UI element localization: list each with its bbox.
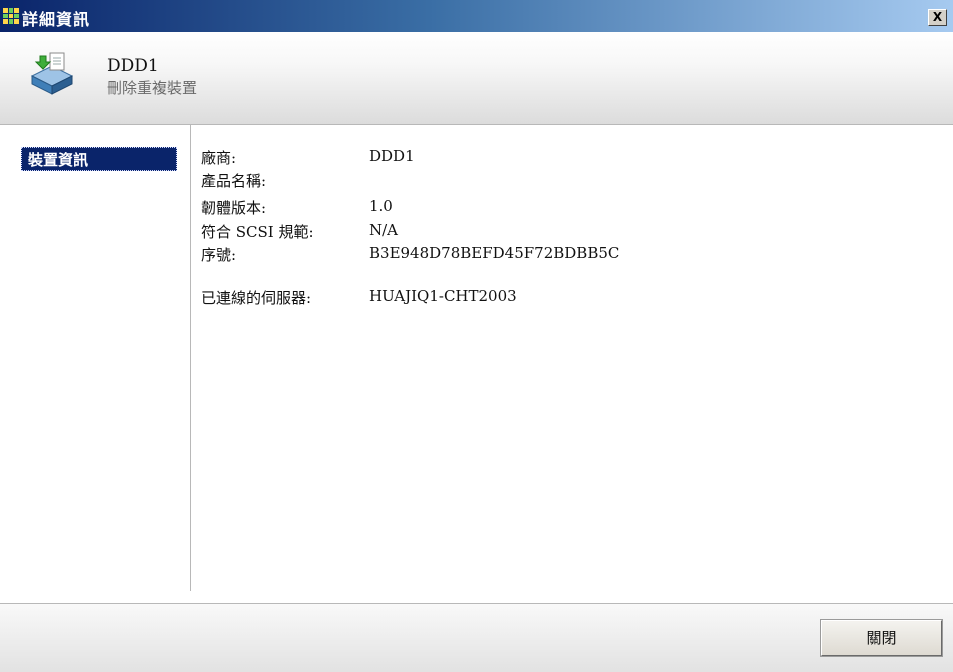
firmware-label: 韌體版本: bbox=[201, 199, 267, 217]
footer: 關閉 bbox=[0, 603, 953, 672]
device-header: DDD1 刪除重複裝置 bbox=[0, 32, 953, 125]
server-value: HUAJIQ1-CHT2003 bbox=[369, 287, 517, 305]
firmware-value: 1.0 bbox=[369, 197, 393, 215]
serial-label: 序號: bbox=[201, 246, 237, 264]
storage-device-icon bbox=[30, 52, 74, 95]
vendor-value: DDD1 bbox=[369, 147, 415, 165]
close-button[interactable]: 關閉 bbox=[820, 619, 943, 657]
vendor-label: 廠商: bbox=[201, 149, 237, 167]
close-window-button[interactable]: X bbox=[928, 9, 947, 26]
device-type: 刪除重複裝置 bbox=[107, 79, 198, 97]
title-bar: 詳細資訊 X bbox=[0, 0, 953, 32]
device-name: DDD1 bbox=[107, 56, 159, 76]
serial-value: B3E948D78BEFD45F72BDBB5C bbox=[369, 244, 620, 262]
app-icon bbox=[3, 8, 19, 24]
scsi-value: N/A bbox=[369, 221, 399, 239]
scsi-label: 符合 SCSI 規範: bbox=[201, 223, 314, 241]
sidebar-item-device-info[interactable]: 裝置資訊 bbox=[21, 147, 177, 171]
server-label: 已連線的伺服器: bbox=[201, 289, 312, 307]
product-label: 產品名稱: bbox=[201, 172, 267, 190]
sidebar: 裝置資訊 bbox=[0, 125, 191, 591]
window-title: 詳細資訊 bbox=[22, 10, 91, 29]
